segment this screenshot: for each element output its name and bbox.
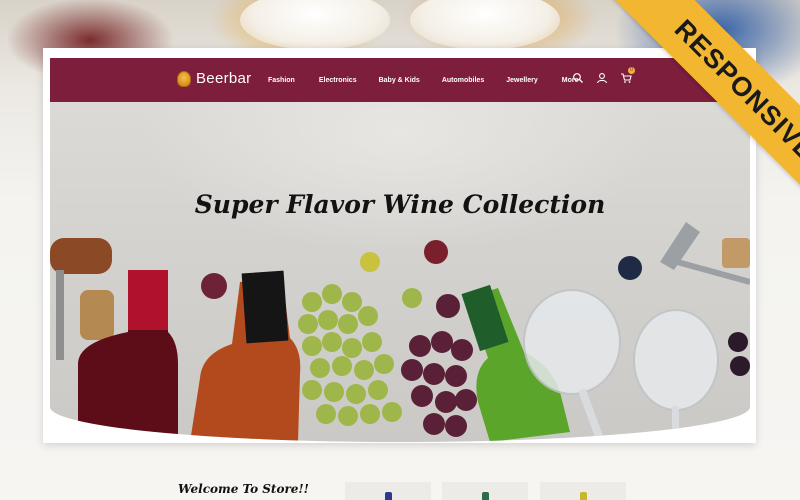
- product-card[interactable]: [345, 482, 431, 500]
- menu-item-jewellery[interactable]: Jewellery: [506, 77, 538, 84]
- site-logo[interactable]: Beerbar: [177, 70, 251, 87]
- menu-item-electronics[interactable]: Electronics: [319, 77, 357, 84]
- menu-item-fashion[interactable]: Fashion: [268, 77, 295, 84]
- product-card[interactable]: [540, 482, 626, 500]
- responsive-ribbon: RESPONSIVE: [540, 0, 800, 260]
- logo-text: Beerbar: [196, 70, 252, 87]
- bottle-image: [482, 492, 489, 500]
- main-menu: Fashion Electronics Baby & Kids Automobi…: [268, 58, 578, 102]
- bottle-image: [580, 492, 587, 500]
- responsive-label: RESPONSIVE: [669, 13, 800, 166]
- product-card[interactable]: [442, 482, 528, 500]
- responsive-badge: RESPONSIVE: [608, 0, 800, 227]
- menu-item-baby-kids[interactable]: Baby & Kids: [379, 77, 420, 84]
- menu-item-automobiles[interactable]: Automobiles: [442, 77, 484, 84]
- beer-barrel-icon: [177, 70, 191, 87]
- beer-glass-image: [410, 0, 560, 50]
- bottle-image: [385, 492, 392, 500]
- beer-glass-image: [240, 0, 390, 50]
- welcome-heading: Welcome To Store!!: [178, 482, 309, 496]
